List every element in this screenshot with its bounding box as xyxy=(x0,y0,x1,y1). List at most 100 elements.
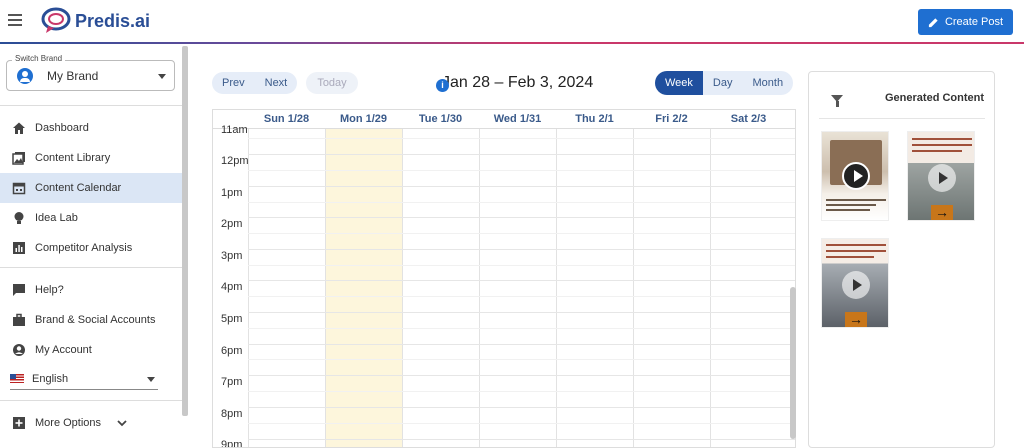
pencil-icon xyxy=(928,17,938,27)
tab-week[interactable]: Week xyxy=(655,71,703,95)
hour-line xyxy=(248,344,795,345)
sidebar-item-label: My Account xyxy=(35,344,92,356)
tab-day[interactable]: Day xyxy=(703,71,743,95)
half-hour-line xyxy=(248,202,795,203)
half-hour-line xyxy=(248,296,795,297)
time-label: 3pm xyxy=(221,250,243,262)
switch-brand-label: Switch Brand xyxy=(12,54,66,63)
thumbnail-caption-line xyxy=(912,144,972,146)
divider xyxy=(0,400,182,401)
time-label: 9pm xyxy=(221,439,243,448)
home-icon xyxy=(13,122,25,134)
panel-title: Generated Content xyxy=(885,92,985,104)
day-header: Thu 2/1 xyxy=(575,113,614,125)
calendar-icon xyxy=(12,182,26,195)
sidebar-item-content-library[interactable]: Content Library xyxy=(0,143,182,173)
sidebar-item-label: Brand & Social Accounts xyxy=(35,314,156,326)
sidebar-item-content-calendar[interactable]: Content Calendar xyxy=(0,173,182,203)
add-box-icon xyxy=(13,417,25,429)
image-library-icon xyxy=(12,152,25,165)
divider xyxy=(0,267,182,268)
column-line xyxy=(325,129,326,447)
time-label: 6pm xyxy=(221,345,243,357)
menu-icon[interactable] xyxy=(8,14,22,26)
us-flag-icon xyxy=(10,374,24,383)
brand-switcher[interactable]: My Brand xyxy=(6,60,175,91)
sidebar-item-label: Content Calendar xyxy=(35,182,122,194)
calendar-title: Jan 28 – Feb 3, 2024 xyxy=(442,74,594,91)
hour-line xyxy=(248,154,795,155)
create-post-label: Create Post xyxy=(944,16,1004,28)
play-icon[interactable] xyxy=(842,162,870,190)
thumbnail-caption-line xyxy=(912,150,962,152)
language-select[interactable]: English xyxy=(10,368,158,390)
content-thumbnail[interactable] xyxy=(821,131,889,221)
predis-logo-icon xyxy=(41,7,71,33)
hour-line xyxy=(248,439,795,440)
next-button[interactable]: Next xyxy=(255,72,298,94)
more-options-toggle[interactable]: More Options xyxy=(0,408,182,438)
calendar-scrollbar[interactable] xyxy=(790,287,796,439)
hour-line xyxy=(248,217,795,218)
dropdown-caret-icon xyxy=(147,377,155,382)
thumbnail-caption-line xyxy=(826,204,876,206)
time-label: 1pm xyxy=(221,187,243,199)
arrow-right-icon: → xyxy=(845,312,867,327)
today-column-highlight xyxy=(325,129,402,447)
sidebar-item-competitor-analysis[interactable]: Competitor Analysis xyxy=(0,233,182,263)
chat-icon xyxy=(13,284,25,296)
time-label: 2pm xyxy=(221,218,243,230)
time-label: 11am xyxy=(221,124,248,136)
sidebar-item-idea-lab[interactable]: Idea Lab xyxy=(0,203,182,233)
divider xyxy=(819,118,985,119)
brand-name: Predis.ai xyxy=(75,11,151,31)
dropdown-caret-icon xyxy=(158,74,166,79)
today-button[interactable]: Today xyxy=(306,72,358,94)
thumbnail-caption-line xyxy=(826,209,870,211)
chevron-down-icon xyxy=(117,419,127,426)
sidebar-item-help[interactable]: Help? xyxy=(0,275,182,305)
time-label: 12pm xyxy=(221,155,249,167)
generated-content-panel: Generated Content → → xyxy=(808,71,995,448)
tab-month[interactable]: Month xyxy=(742,71,793,95)
arrow-right-icon: → xyxy=(931,205,953,220)
thumbnail-caption-line xyxy=(826,250,886,252)
sidebar-item-dashboard[interactable]: Dashboard xyxy=(0,113,182,143)
half-hour-line xyxy=(248,423,795,424)
lightbulb-icon xyxy=(14,212,24,224)
sidebar-item-label: Dashboard xyxy=(35,122,89,134)
play-icon[interactable] xyxy=(928,164,956,192)
more-options-label: More Options xyxy=(35,417,102,429)
sidebar-item-label: Help? xyxy=(35,284,64,296)
info-icon[interactable]: i xyxy=(436,79,449,92)
thumbnail-caption-line xyxy=(826,199,886,201)
day-header: Mon 1/29 xyxy=(339,113,388,125)
hour-line xyxy=(248,312,795,313)
half-hour-line xyxy=(248,328,795,329)
divider xyxy=(0,105,182,106)
thumbnail-caption-line xyxy=(912,138,972,140)
sidebar-item-my-account[interactable]: My Account xyxy=(0,335,182,365)
account-circle-icon xyxy=(17,68,33,84)
calendar-week-grid[interactable]: Sun 1/28 Mon 1/29 Tue 1/30 Wed 1/31 Thu … xyxy=(212,109,796,448)
day-header: Wed 1/31 xyxy=(493,113,542,125)
sidebar-scrollbar[interactable] xyxy=(182,46,188,416)
hour-line xyxy=(248,249,795,250)
content-thumbnail[interactable]: → xyxy=(907,131,975,221)
sidebar-item-label: Competitor Analysis xyxy=(35,242,133,254)
prev-button[interactable]: Prev xyxy=(212,72,255,94)
view-switcher: Week Day Month xyxy=(655,71,794,95)
column-line xyxy=(556,129,557,447)
time-label: 7pm xyxy=(221,376,243,388)
filter-icon[interactable] xyxy=(831,95,843,107)
language-value: English xyxy=(32,372,69,385)
top-bar: Predis.ai Create Post xyxy=(0,0,1024,44)
play-icon[interactable] xyxy=(842,271,870,299)
half-hour-line xyxy=(248,170,795,171)
briefcase-icon xyxy=(13,313,25,326)
day-header: Sun 1/28 xyxy=(263,113,310,125)
content-thumbnail[interactable]: → xyxy=(821,238,889,328)
column-line xyxy=(402,129,403,447)
sidebar-item-brand-social-accounts[interactable]: Brand & Social Accounts xyxy=(0,305,182,335)
create-post-button[interactable]: Create Post xyxy=(918,9,1013,35)
